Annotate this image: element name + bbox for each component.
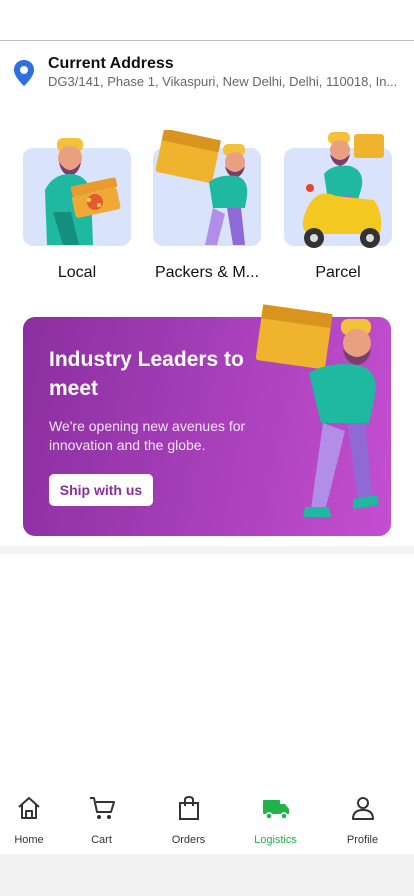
nav-orders[interactable]: Orders xyxy=(145,782,232,854)
top-area xyxy=(0,0,414,41)
page: Current Address DG3/141, Phase 1, Vikasp… xyxy=(0,0,414,896)
ship-with-us-button[interactable]: Ship with us xyxy=(49,474,153,506)
banner-subtitle: We're opening new avenues for innovation… xyxy=(49,418,246,453)
cart-icon xyxy=(89,797,115,819)
box-carrier-illustration xyxy=(155,130,248,245)
nav-home[interactable]: Home xyxy=(0,782,58,854)
home-icon xyxy=(18,797,40,819)
bottom-navigation: Home Cart Orders Logistics Profile xyxy=(0,782,414,854)
box-carrier-illustration xyxy=(255,304,379,517)
nav-label: Home xyxy=(14,834,44,846)
section-divider xyxy=(0,546,414,554)
nav-label: Cart xyxy=(91,834,112,846)
nav-profile[interactable]: Profile xyxy=(319,782,406,854)
service-parcel[interactable]: Parcel xyxy=(284,130,404,290)
nav-cart[interactable]: Cart xyxy=(58,782,145,854)
service-list: Local Packers & M... Parcel xyxy=(0,130,414,290)
location-pin-icon xyxy=(14,60,34,86)
banner-title: Industry Leaders to meet xyxy=(49,348,244,400)
service-label: Local xyxy=(57,264,97,281)
nav-label: Profile xyxy=(346,834,379,846)
nav-label: Logistics xyxy=(254,834,297,846)
system-navigation-bar xyxy=(0,854,414,896)
truck-icon xyxy=(262,800,289,820)
pizza-delivery-illustration xyxy=(45,138,121,245)
service-label: Packers & M... xyxy=(154,264,260,281)
nav-label: Orders xyxy=(171,834,206,846)
service-packers[interactable]: Packers & M... xyxy=(153,130,273,290)
address-title: Current Address xyxy=(48,55,174,72)
scooter-delivery-illustration xyxy=(302,132,384,248)
nav-logistics[interactable]: Logistics xyxy=(232,782,319,854)
address-selector[interactable]: Current Address DG3/141, Phase 1, Vikasp… xyxy=(0,41,414,103)
address-line: DG3/141, Phase 1, Vikaspuri, New Delhi, … xyxy=(48,74,398,89)
promo-banner[interactable]: Industry Leaders to meet We're opening n… xyxy=(23,304,391,536)
user-icon xyxy=(351,797,374,820)
service-label: Parcel xyxy=(315,264,361,281)
service-local[interactable]: Local xyxy=(23,130,143,290)
bag-icon xyxy=(178,795,199,820)
address-text: Current Address DG3/141, Phase 1, Vikasp… xyxy=(48,55,400,91)
